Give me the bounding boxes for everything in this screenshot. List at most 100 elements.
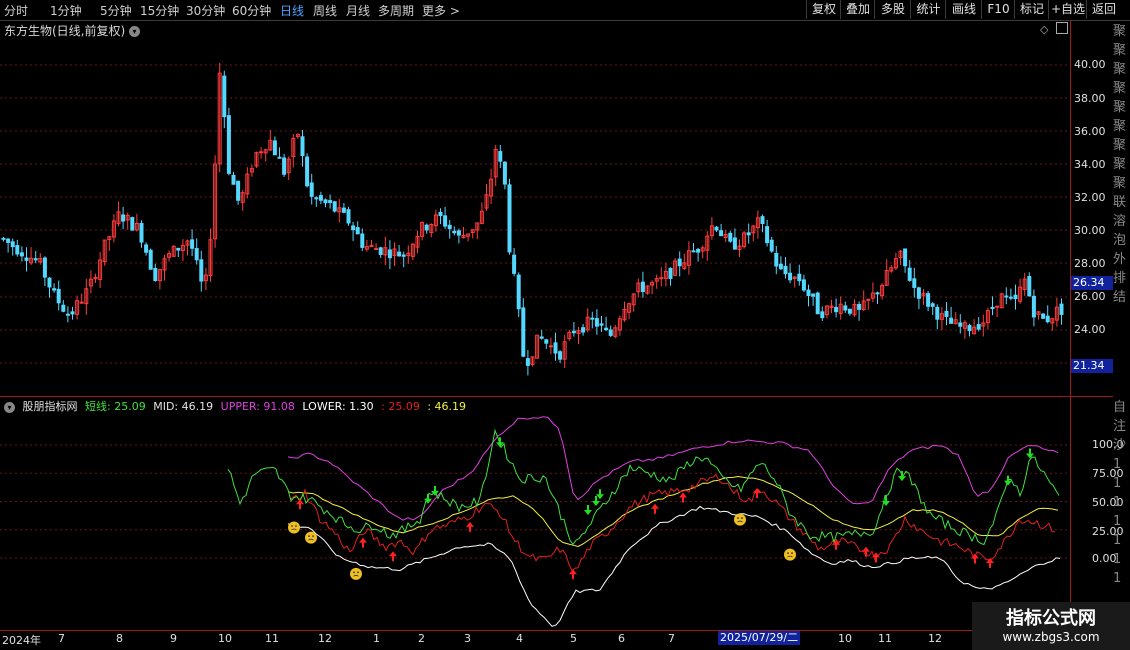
xaxis-label: 2024年	[2, 634, 41, 647]
indicator-chart[interactable]	[0, 413, 1070, 629]
candle-body	[456, 230, 461, 236]
toolbar-button-1[interactable]: 叠加	[840, 0, 875, 19]
candle-body	[33, 258, 38, 261]
candle-body	[778, 263, 783, 270]
candle-body	[976, 324, 981, 330]
right-strip-char: 沙	[1113, 438, 1127, 453]
candle-body	[774, 252, 779, 267]
candle-body	[875, 292, 880, 295]
period-tab-10[interactable]: 更多 >	[422, 2, 460, 19]
toolbar-button-8[interactable]: 返回	[1086, 0, 1121, 19]
right-strip-char: 1	[1113, 514, 1122, 529]
xaxis-label: 6	[618, 632, 625, 645]
candle-body	[594, 318, 599, 327]
toolbar-button-3[interactable]: 统计	[910, 0, 946, 19]
candle-body	[374, 248, 379, 251]
candle-body	[443, 215, 448, 227]
right-strip-char: 外	[1113, 252, 1127, 267]
toolbar-button-2[interactable]: 多股	[874, 0, 911, 19]
indicator-dropdown-icon[interactable]: ▾	[4, 401, 15, 413]
pane-separator	[0, 396, 1113, 397]
candle-body	[401, 254, 406, 257]
candle-body	[332, 201, 337, 212]
toolbar-button-5[interactable]: F10	[981, 0, 1015, 19]
candle-body	[56, 288, 61, 304]
toolbar-button-0[interactable]: 复权	[806, 0, 841, 19]
candle-body	[130, 217, 135, 231]
price-axis-label: 32.00	[1074, 191, 1106, 204]
candle-body	[746, 232, 751, 236]
candle-body	[65, 313, 70, 316]
period-tab-0[interactable]: 分时	[4, 2, 28, 19]
candle-body	[199, 259, 204, 282]
price-axis-label: 26.00	[1074, 290, 1106, 303]
xaxis-label: 5	[570, 632, 577, 645]
period-tab-1[interactable]: 1分钟	[50, 2, 82, 19]
candle-body	[944, 310, 949, 317]
candle-body	[176, 247, 181, 251]
candle-body	[79, 301, 84, 304]
candle-body	[1013, 294, 1018, 300]
candle-body	[640, 281, 645, 293]
toolbar-button-4[interactable]: 画线	[945, 0, 982, 19]
candle-body	[1041, 313, 1046, 319]
candle-body	[732, 237, 737, 250]
right-strip-char: 聚	[1113, 62, 1127, 77]
candle-body	[903, 248, 908, 267]
candle-body	[369, 245, 374, 248]
toolbar-button-7[interactable]: +自选	[1048, 0, 1087, 19]
period-tab-9[interactable]: 多周期	[378, 2, 414, 19]
indicator-name[interactable]: 股朋指标网	[23, 400, 78, 413]
candle-body	[512, 254, 517, 274]
buy-arrow-icon	[753, 487, 761, 498]
candle-body	[452, 230, 457, 234]
sell-arrow-icon	[584, 505, 592, 516]
right-strip-char: 聚	[1113, 119, 1127, 134]
watermark: 指标公式网 www.zbgs3.com	[972, 602, 1130, 650]
candle-body	[305, 156, 310, 187]
period-tab-7[interactable]: 周线	[313, 2, 337, 19]
candle-body	[769, 239, 774, 252]
period-tab-4[interactable]: 30分钟	[186, 2, 225, 19]
candle-body	[502, 161, 507, 185]
period-tab-2[interactable]: 5分钟	[100, 2, 132, 19]
period-tab-8[interactable]: 月线	[346, 2, 370, 19]
candle-body	[783, 265, 788, 275]
price-axis-label: 34.00	[1074, 158, 1106, 171]
candle-body	[949, 317, 954, 324]
right-info-strip-lower[interactable]: 自注沙 1 1 1 1 1 1 1	[1113, 398, 1130, 630]
mid-label: MID:	[153, 400, 179, 413]
candle-body	[190, 239, 195, 249]
extra-value-2: : 46.19	[427, 400, 467, 413]
candle-body	[387, 249, 392, 259]
right-strip-char: 泡	[1113, 233, 1127, 248]
candle-body	[47, 277, 52, 288]
buy-arrow-icon	[832, 539, 840, 550]
candle-body	[516, 274, 521, 310]
candle-body	[525, 358, 530, 366]
toolbar-button-6[interactable]: 标记	[1014, 0, 1049, 19]
candle-body	[148, 249, 153, 270]
lower-value: 1.30	[349, 400, 374, 413]
buy-arrow-icon	[466, 521, 474, 532]
period-tab-3[interactable]: 15分钟	[140, 2, 179, 19]
price-chart[interactable]	[0, 20, 1070, 396]
period-tab-5[interactable]: 60分钟	[232, 2, 271, 19]
xaxis-label: 10	[218, 632, 232, 645]
right-strip-char: 注	[1113, 419, 1127, 434]
candle-body	[42, 257, 47, 278]
candle-body	[604, 327, 609, 331]
candle-body	[19, 252, 24, 257]
period-tab-6[interactable]: 日线	[280, 2, 304, 19]
right-info-strip[interactable]: 聚聚聚聚聚聚聚聚聚联溶泡外排结	[1113, 22, 1130, 394]
smiley-icon	[784, 548, 796, 561]
candle-body	[259, 151, 264, 154]
candle-body	[691, 250, 696, 253]
right-strip-char: 1	[1113, 495, 1122, 510]
candle-body	[930, 303, 935, 307]
right-strip-char: 排	[1113, 271, 1127, 286]
candle-body	[544, 339, 549, 344]
candle-body	[958, 322, 963, 327]
candle-body	[378, 247, 383, 255]
xaxis-label: 1	[373, 632, 380, 645]
